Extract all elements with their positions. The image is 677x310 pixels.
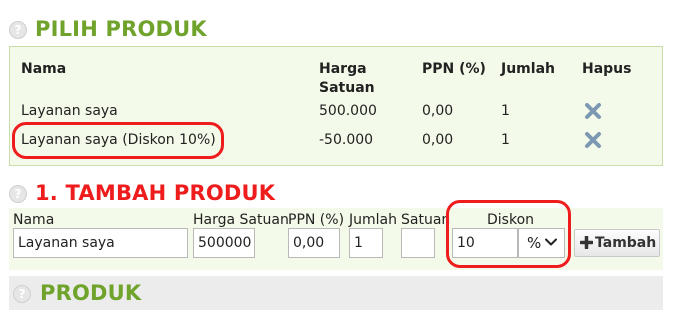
product-name-input[interactable]: Layanan saya [13,228,188,258]
add-product-button[interactable]: Tambah [574,229,660,257]
column-header-ppn: PPN (%) [422,61,486,77]
help-icon-add[interactable]: ? [9,185,27,203]
row-1-ppn: 0,00 [422,103,454,119]
column-header-price: Harga Satuan [319,60,375,98]
add-product-button-label: Tambah [595,235,657,251]
label-discount: Diskon [487,212,535,228]
quantity-input[interactable]: 1 [349,228,383,258]
row-2-qty: 1 [501,132,510,148]
row-2-name: Layanan saya (Diskon 10%) [21,132,216,148]
column-header-qty: Jumlah [501,61,555,77]
label-qty: Jumlah [349,212,397,228]
label-unit: Satuan [401,212,451,228]
column-header-price-line1: Harga [319,61,367,77]
x-icon[interactable] [583,101,603,121]
help-icon-selected[interactable]: ? [9,21,27,39]
discount-input[interactable]: 10 [452,228,518,258]
row-2-ppn: 0,00 [422,132,454,148]
section-title-products: PRODUK [40,281,142,305]
column-header-name: Nama [21,61,67,77]
column-header-delete: Hapus [582,61,632,77]
row-1-qty: 1 [501,103,510,119]
unit-input[interactable] [401,228,435,258]
chevron-down-icon [545,238,557,246]
label-price: Harga Satuan [193,212,289,228]
discount-type-select[interactable]: % [518,228,565,258]
x-icon[interactable] [583,130,603,150]
section-title-add: 1. TAMBAH PRODUK [35,181,276,205]
section-title-selected: PILIH PRODUK [35,17,207,41]
discount-type-value: % [527,234,542,252]
row-2-price: -50.000 [319,132,374,148]
row-1-price: 500.000 [319,103,377,119]
help-icon-products[interactable]: ? [13,285,31,303]
unit-price-input[interactable]: 500000 [193,228,255,258]
column-header-price-line2: Satuan [319,80,375,96]
row-1-name: Layanan saya [21,103,118,119]
ppn-input[interactable]: 0,00 [288,228,340,258]
label-name: Nama [13,212,55,228]
label-ppn: PPN (%) [288,212,345,228]
plus-icon [580,236,593,249]
